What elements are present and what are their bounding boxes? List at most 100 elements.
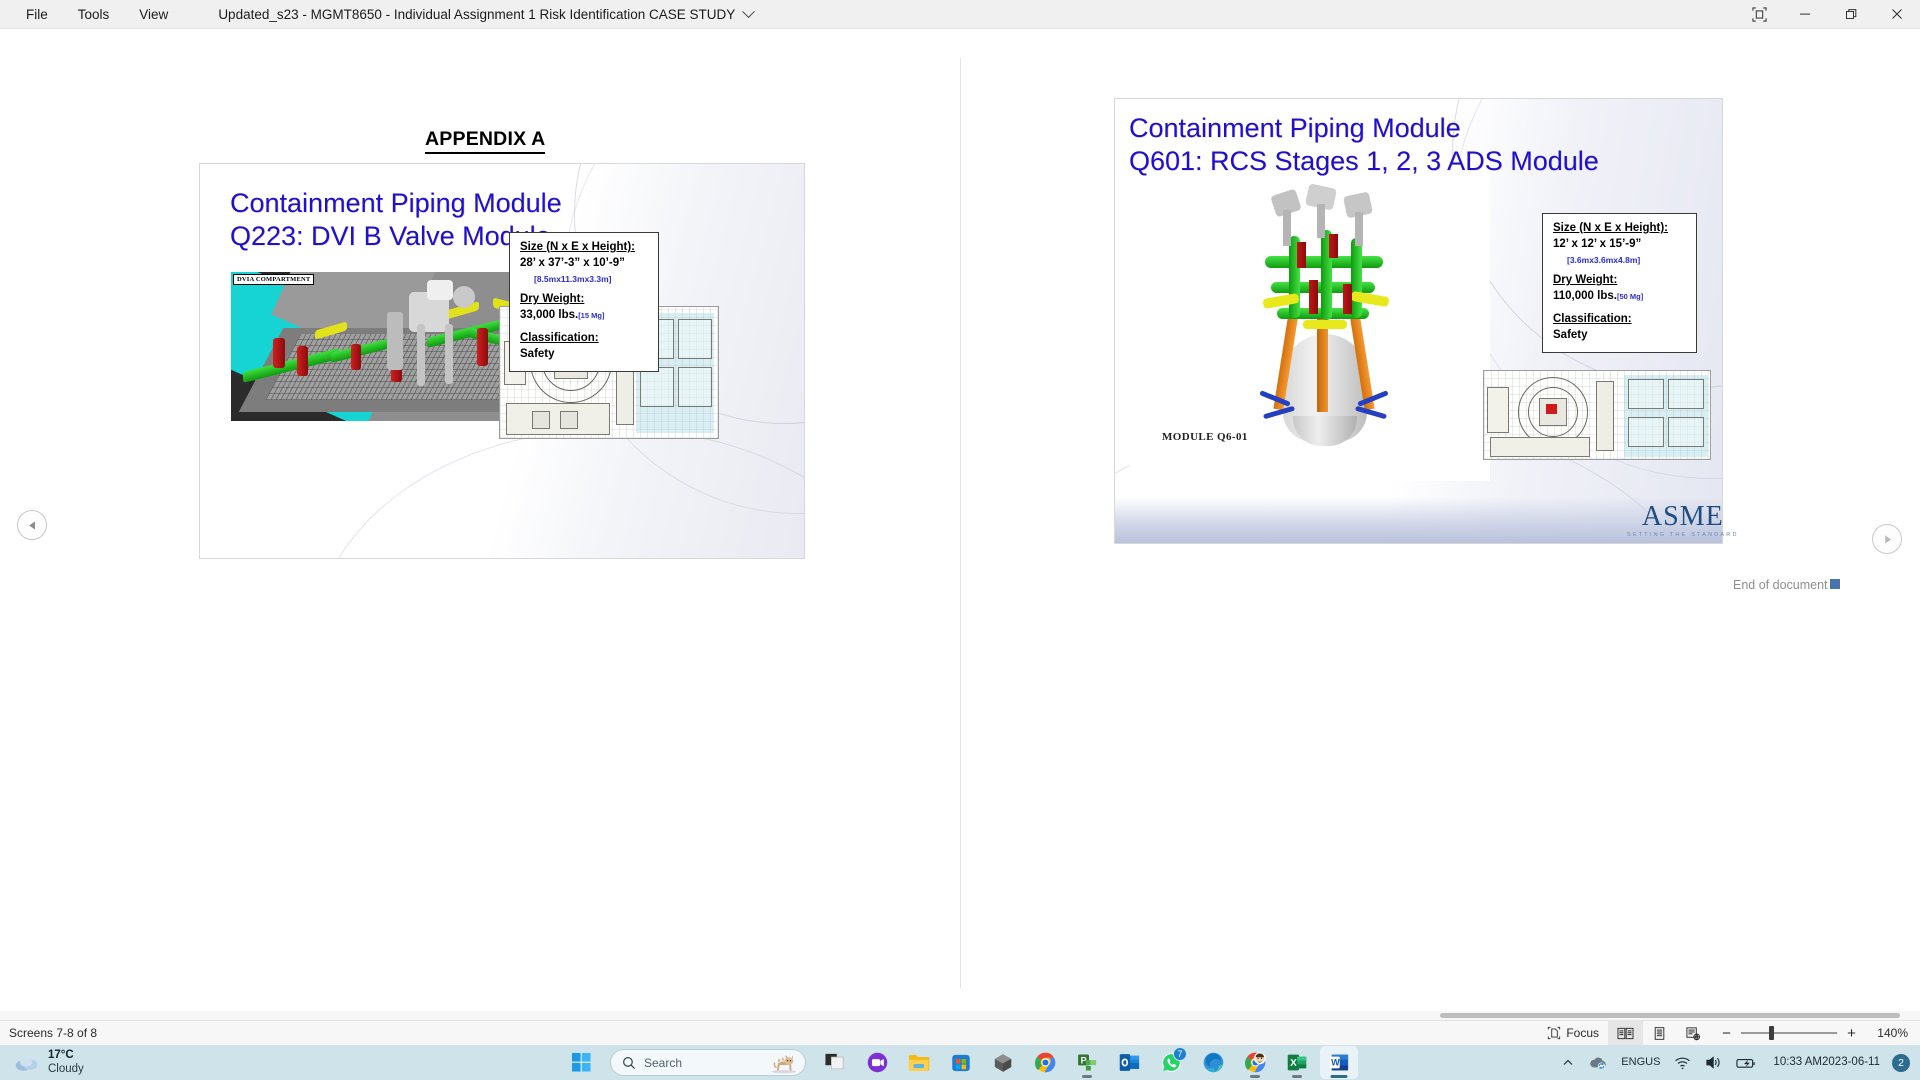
title-bar: File Tools View Updated_s23 - MGMT8650 -… xyxy=(0,0,1920,29)
show-hidden-icons-button[interactable] xyxy=(1556,1052,1580,1074)
notification-badge[interactable]: 2 xyxy=(1892,1053,1910,1072)
weather-description: Cloudy xyxy=(48,1062,84,1075)
taskbar-apps: Search P 7 X W xyxy=(562,1046,1358,1079)
vertical-view-button[interactable] xyxy=(1643,1021,1676,1046)
svg-text:W: W xyxy=(1331,1058,1340,1068)
start-icon[interactable] xyxy=(562,1046,600,1079)
slide2-size-header: Size (N x E x Height): xyxy=(1553,222,1669,234)
slide1-weight-header: Dry Weight: xyxy=(520,293,585,305)
search-input[interactable]: Search xyxy=(610,1049,806,1076)
weather-widget[interactable]: 17°C Cloudy xyxy=(14,1049,84,1075)
cloud-icon xyxy=(15,1057,38,1071)
project-icon[interactable]: P xyxy=(1068,1046,1106,1079)
chrome-icon[interactable] xyxy=(1026,1046,1064,1079)
horizontal-scrollbar[interactable] xyxy=(0,1011,1920,1020)
word-icon[interactable]: W xyxy=(1320,1046,1358,1079)
slide2-class-value: Safety xyxy=(1553,329,1588,341)
clock-time: 10:33 AM xyxy=(1773,1055,1823,1068)
zoom-out-button[interactable]: − xyxy=(1720,1025,1733,1042)
slide2-3d-render xyxy=(1245,183,1405,449)
volume-icon[interactable] xyxy=(1699,1050,1728,1075)
chevron-down-icon xyxy=(742,4,756,18)
status-bar: Screens 7-8 of 8 Focus − + 140% xyxy=(0,1020,1920,1046)
screen-count-label: Screens 7-8 of 8 xyxy=(9,1026,98,1040)
close-button[interactable] xyxy=(1874,0,1920,29)
whatsapp-badge: 7 xyxy=(1173,1047,1187,1061)
zoom-slider-thumb[interactable] xyxy=(1769,1026,1774,1040)
previous-screen-button[interactable] xyxy=(17,510,47,540)
language-region: US xyxy=(1645,1056,1661,1069)
slide1-size-header: Size (N x E x Height): xyxy=(520,241,636,253)
svg-text:X: X xyxy=(1290,1058,1297,1069)
window-controls xyxy=(1736,0,1920,29)
slide2-spec-box: Size (N x E x Height): 12’ x 12’ x 15’-9… xyxy=(1542,213,1697,353)
search-icon xyxy=(623,1056,636,1069)
slide2-weight-header: Dry Weight: xyxy=(1553,274,1618,286)
end-of-document-label: End of document xyxy=(1733,578,1828,592)
minimize-button[interactable] xyxy=(1782,0,1828,29)
zoom-in-button[interactable]: + xyxy=(1845,1025,1858,1042)
search-placeholder: Search xyxy=(644,1055,683,1070)
slide2-class-header: Classification: xyxy=(1553,313,1632,325)
focus-label: Focus xyxy=(1566,1026,1599,1040)
zoom-control[interactable]: − + xyxy=(1710,1025,1868,1042)
end-of-document-marker xyxy=(1830,579,1840,589)
svg-text:P: P xyxy=(1081,1055,1087,1065)
next-screen-button[interactable] xyxy=(1872,524,1902,554)
side-to-side-view-button[interactable] xyxy=(1608,1020,1643,1046)
excel-icon[interactable]: X xyxy=(1278,1046,1316,1079)
outlook-icon[interactable] xyxy=(1110,1046,1148,1079)
focus-mode-button[interactable]: Focus xyxy=(1538,1021,1608,1046)
wifi-icon[interactable] xyxy=(1668,1051,1697,1075)
taskbar: 17°C Cloudy Search P 7 X W ENG US 10:33 … xyxy=(0,1045,1920,1080)
teams-icon[interactable] xyxy=(858,1046,896,1079)
language-code: ENG xyxy=(1621,1056,1646,1069)
render-compartment-label: DVIA COMPARTMENT xyxy=(233,274,315,285)
battery-icon[interactable] xyxy=(1730,1051,1763,1075)
slide1-size-value: 28’ x 37’-3” x 10’-9” xyxy=(520,257,625,269)
slide-q223[interactable]: Containment Piping Module Q223: DVI B Va… xyxy=(199,163,805,559)
store-icon[interactable] xyxy=(942,1046,980,1079)
slide2-size-metric: [3.6mx3.6mx4.8m] xyxy=(1567,255,1641,265)
slide2-module-label: MODULE Q6-01 xyxy=(1162,431,1248,443)
task-view-icon[interactable] xyxy=(816,1046,854,1079)
document-title-dropdown[interactable]: Updated_s23 - MGMT8650 - Individual Assi… xyxy=(210,3,761,26)
clock[interactable]: 10:33 AM 2023-06-11 xyxy=(1765,1056,1888,1070)
file-explorer-icon[interactable] xyxy=(900,1046,938,1079)
chevron-up-icon xyxy=(1563,1059,1573,1065)
slide2-weight-value: 110,000 lbs. xyxy=(1553,290,1617,302)
zoom-level-label[interactable]: 140% xyxy=(1868,1026,1908,1040)
appendix-heading: APPENDIX A xyxy=(425,128,546,154)
slide2-size-value: 12’ x 12’ x 15’-9” xyxy=(1553,238,1642,250)
menu-tools[interactable]: Tools xyxy=(66,3,122,26)
restore-button[interactable] xyxy=(1828,0,1874,29)
document-canvas[interactable]: APPENDIX A Containment Piping Module Q22… xyxy=(0,29,1920,1020)
menu-file[interactable]: File xyxy=(14,3,60,26)
cat-illustration-icon xyxy=(771,1055,797,1074)
slide1-weight-metric: [15 Mg] xyxy=(578,311,605,320)
decorative-swoosh xyxy=(314,428,804,558)
zoom-slider[interactable] xyxy=(1741,1026,1837,1040)
chrome-profile-icon[interactable] xyxy=(1236,1046,1274,1079)
horizontal-scrollbar-thumb[interactable] xyxy=(1440,1013,1900,1018)
blender-icon[interactable] xyxy=(984,1046,1022,1079)
slide2-weight-metric: [50 Mg] xyxy=(1616,292,1644,301)
asme-logo-text: ASME xyxy=(1641,501,1724,532)
slide1-class-header: Classification: xyxy=(520,332,599,344)
asme-logo: ASME SETTING THE STANDARD xyxy=(1627,501,1739,539)
slide1-spec-box: Size (N x E x Height): 28’ x 37’-3” x 10… xyxy=(509,232,659,372)
slide2-title: Containment Piping Module Q601: RCS Stag… xyxy=(1129,113,1599,176)
menu-view[interactable]: View xyxy=(127,3,180,26)
slide2-floorplan-inset xyxy=(1483,370,1711,460)
clock-date: 2023-06-11 xyxy=(1822,1055,1880,1068)
immersive-reader-button[interactable] xyxy=(1736,0,1782,29)
slide1-weight-value: 33,000 lbs. xyxy=(520,309,579,321)
weather-temperature: 17°C xyxy=(48,1049,74,1062)
document-title: Updated_s23 - MGMT8650 - Individual Assi… xyxy=(218,6,736,22)
onedrive-icon[interactable] xyxy=(1582,1050,1613,1075)
whatsapp-icon[interactable]: 7 xyxy=(1152,1046,1190,1079)
web-layout-view-button[interactable] xyxy=(1676,1021,1710,1046)
language-indicator[interactable]: ENG US xyxy=(1615,1054,1666,1070)
edge-icon[interactable] xyxy=(1194,1046,1232,1079)
system-tray: ENG US 10:33 AM 2023-06-11 2 xyxy=(1556,1050,1920,1075)
